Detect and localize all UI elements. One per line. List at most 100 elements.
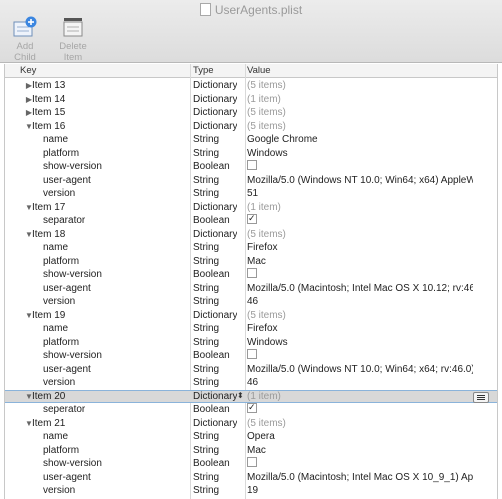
row-value[interactable]: Mac	[247, 255, 473, 269]
row-key[interactable]: name	[43, 133, 68, 147]
row-value[interactable]: Opera	[247, 430, 473, 444]
row-key[interactable]: version	[43, 376, 75, 390]
row-actions-menu-icon[interactable]	[473, 391, 489, 403]
checkbox-unchecked[interactable]	[247, 349, 257, 359]
row-value-checkbox[interactable]	[247, 457, 473, 471]
row-value-checkbox[interactable]	[247, 268, 473, 282]
table-row[interactable]: platform String Mac	[5, 444, 497, 458]
row-type[interactable]: String	[193, 484, 219, 498]
checkbox-checked[interactable]	[247, 214, 257, 226]
row-type[interactable]: Dictionary	[193, 120, 237, 134]
table-row[interactable]: user-agent String Mozilla/5.0 (Macintosh; …	[5, 282, 497, 296]
row-type[interactable]: Dictionary	[193, 79, 237, 93]
row-value[interactable]: Mozilla/5.0 (Windows NT 10.0; Win64; x64…	[247, 174, 473, 188]
row-value[interactable]: (1 item)	[247, 201, 473, 215]
row-key[interactable]: Item 16	[32, 120, 65, 134]
row-key[interactable]: Item 19	[32, 309, 65, 323]
row-key[interactable]: name	[43, 241, 68, 255]
row-value[interactable]: Windows	[247, 147, 473, 161]
row-type[interactable]: String	[193, 444, 219, 458]
row-value[interactable]: Firefox	[247, 322, 473, 336]
row-type[interactable]: Boolean	[193, 403, 230, 417]
row-type[interactable]: String	[193, 430, 219, 444]
row-value[interactable]: 51	[247, 187, 473, 201]
checkbox-unchecked[interactable]	[247, 160, 257, 170]
row-key[interactable]: version	[43, 295, 75, 309]
row-type[interactable]: Dictionary	[193, 106, 237, 120]
row-key[interactable]: Item 15	[32, 106, 65, 120]
row-type[interactable]: Boolean	[193, 349, 230, 363]
row-value[interactable]: Google Chrome	[247, 133, 473, 147]
row-key[interactable]: version	[43, 187, 75, 201]
row-value[interactable]: Firefox	[247, 241, 473, 255]
table-row[interactable]: platform String Mac	[5, 255, 497, 269]
row-type[interactable]: Boolean	[193, 214, 230, 228]
row-key[interactable]: Item 20	[32, 391, 65, 403]
row-type[interactable]: Dictionary	[193, 309, 237, 323]
row-type[interactable]: Boolean	[193, 268, 230, 282]
row-value[interactable]: (1 item)	[247, 93, 473, 107]
table-row[interactable]: show-version Boolean	[5, 457, 497, 471]
row-type[interactable]: String	[193, 471, 219, 485]
table-row[interactable]: version String 46	[5, 295, 497, 309]
row-type[interactable]: String	[193, 282, 219, 296]
row-key[interactable]: separator	[43, 214, 85, 228]
row-key[interactable]: platform	[43, 336, 79, 350]
table-row[interactable]: ▶ Item 15 Dictionary (5 items)	[5, 106, 497, 120]
table-row[interactable]: platform String Windows	[5, 336, 497, 350]
table-row[interactable]: separator Boolean	[5, 214, 497, 228]
row-key[interactable]: show-version	[43, 268, 102, 282]
table-row[interactable]: ▼ Item 18 Dictionary (5 items)	[5, 228, 497, 242]
plist-table[interactable]: Key Type Value ▶ Item 13 Dictionary (5 item…	[4, 64, 498, 499]
row-key[interactable]: platform	[43, 444, 79, 458]
table-row[interactable]: user-agent String Mozilla/5.0 (Windows NT …	[5, 174, 497, 188]
table-row[interactable]: ▼ Item 17 Dictionary (1 item)	[5, 201, 497, 215]
row-key[interactable]: Item 17	[32, 201, 65, 215]
row-key[interactable]: user-agent	[43, 363, 91, 377]
row-value[interactable]: (5 items)	[247, 309, 473, 323]
row-value-checkbox[interactable]	[247, 349, 473, 363]
row-value-checkbox[interactable]	[247, 403, 473, 417]
checkbox-checked[interactable]	[247, 403, 257, 415]
row-value[interactable]: (1 item)	[247, 391, 473, 403]
row-value[interactable]: (5 items)	[247, 228, 473, 242]
row-key[interactable]: platform	[43, 147, 79, 161]
table-row[interactable]: user-agent String Mozilla/5.0 (Macintosh; …	[5, 471, 497, 485]
table-row[interactable]: show-version Boolean	[5, 268, 497, 282]
table-row[interactable]: user-agent String Mozilla/5.0 (Windows NT …	[5, 363, 497, 377]
row-type[interactable]: String	[193, 255, 219, 269]
row-key[interactable]: user-agent	[43, 174, 91, 188]
row-value[interactable]: 19	[247, 484, 473, 498]
row-value[interactable]: 46	[247, 376, 473, 390]
table-row[interactable]: ▼ Item 19 Dictionary (5 items)	[5, 309, 497, 323]
table-row[interactable]: version String 51	[5, 187, 497, 201]
row-type[interactable]: String	[193, 133, 219, 147]
checkbox-unchecked[interactable]	[247, 457, 257, 467]
row-value[interactable]: Mozilla/5.0 (Macintosh; Intel Mac OS X 1…	[247, 471, 473, 485]
column-header-value[interactable]: Value	[247, 65, 271, 76]
table-row[interactable]: show-version Boolean	[5, 160, 497, 174]
delete-item-button[interactable]: Delete Item	[49, 16, 97, 63]
row-type[interactable]: Boolean	[193, 457, 230, 471]
row-key[interactable]: seperator	[43, 403, 85, 417]
row-type[interactable]: String	[193, 187, 219, 201]
row-key[interactable]: show-version	[43, 457, 102, 471]
row-type[interactable]: Dictionary	[193, 391, 237, 403]
add-child-button[interactable]: Add Child	[5, 16, 45, 63]
table-row[interactable]: version String 19	[5, 484, 497, 498]
row-type[interactable]: String	[193, 336, 219, 350]
row-value[interactable]: (5 items)	[247, 417, 473, 431]
row-key[interactable]: Item 14	[32, 93, 65, 107]
row-value[interactable]: (5 items)	[247, 106, 473, 120]
table-row[interactable]: name String Firefox	[5, 241, 497, 255]
checkbox-unchecked[interactable]	[247, 268, 257, 278]
table-row[interactable]: seperator Boolean	[5, 403, 497, 417]
row-key[interactable]: version	[43, 484, 75, 498]
row-type[interactable]: Dictionary	[193, 228, 237, 242]
table-row[interactable]: name String Firefox	[5, 322, 497, 336]
table-row[interactable]: ▼ Item 21 Dictionary (5 items)	[5, 417, 497, 431]
row-type[interactable]: String	[193, 241, 219, 255]
table-row[interactable]: ▼ Item 16 Dictionary (5 items)	[5, 120, 497, 134]
column-header-type[interactable]: Type	[193, 65, 214, 76]
row-key[interactable]: name	[43, 322, 68, 336]
